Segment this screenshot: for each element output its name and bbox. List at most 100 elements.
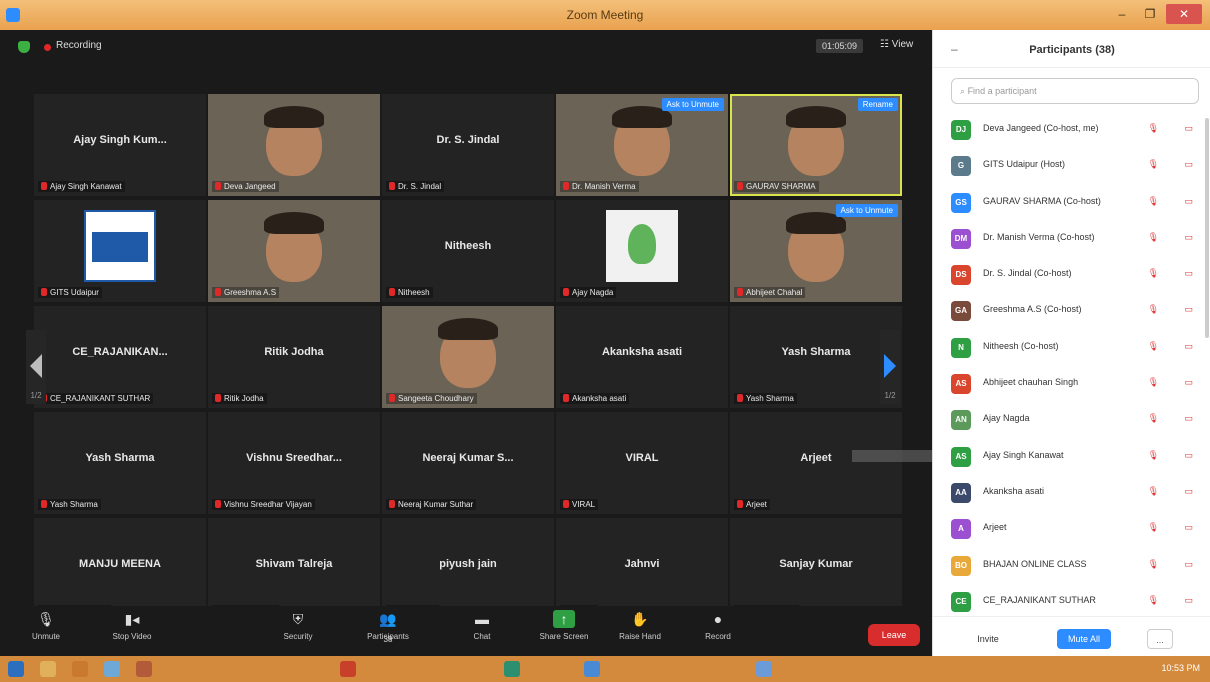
chat-button[interactable]: ▬ Chat bbox=[450, 610, 514, 641]
video-tile[interactable]: CE_RAJANIKAN... CE_RAJANIKANT SUTHAR bbox=[34, 306, 206, 408]
video-off-icon[interactable]: ▭ bbox=[1184, 413, 1193, 424]
taskbar-app-icon[interactable] bbox=[340, 661, 356, 677]
video-off-icon[interactable]: ▭ bbox=[1184, 377, 1193, 388]
close-button[interactable]: ✕ bbox=[1166, 4, 1202, 24]
share-screen-button[interactable]: ↑ Share Screen bbox=[532, 610, 596, 641]
mic-muted-icon[interactable]: 🎙 bbox=[1148, 304, 1159, 315]
video-tile[interactable]: Yash Sharma Yash Sharma bbox=[34, 412, 206, 514]
prev-page-button[interactable]: 1/2 bbox=[26, 330, 46, 404]
participant-row[interactable]: AS Ajay Singh Kanawat 🎙 ▭ bbox=[933, 439, 1210, 475]
taskbar-app-icon[interactable] bbox=[72, 661, 88, 677]
participant-row[interactable]: N Nitheesh (Co-host) 🎙 ▭ bbox=[933, 330, 1210, 366]
mic-muted-icon[interactable]: 🎙 bbox=[1148, 123, 1159, 134]
participant-row[interactable]: DS Dr. S. Jindal (Co-host) 🎙 ▭ bbox=[933, 257, 1210, 293]
video-tile[interactable]: Shivam TalrejaShivam Talreja bbox=[208, 518, 380, 620]
video-tile[interactable]: Akanksha asati Akanksha asati bbox=[556, 306, 728, 408]
video-tile[interactable]: Neeraj Kumar S... Neeraj Kumar Suthar bbox=[382, 412, 554, 514]
stop-video-button[interactable]: ▮◂ Stop Video bbox=[100, 610, 164, 641]
shield-icon[interactable] bbox=[18, 41, 30, 53]
video-off-icon[interactable]: ▭ bbox=[1184, 595, 1193, 606]
taskbar-app-icon[interactable] bbox=[40, 661, 56, 677]
participant-row[interactable]: AS Abhijeet chauhan Singh 🎙 ▭ bbox=[933, 366, 1210, 402]
video-tile[interactable]: GITS Udaipur bbox=[34, 200, 206, 302]
video-tile[interactable]: Yash Sharma Yash Sharma bbox=[730, 306, 902, 408]
mic-muted-icon[interactable]: 🎙 bbox=[1148, 268, 1159, 279]
video-off-icon[interactable]: ▭ bbox=[1184, 232, 1193, 243]
participant-search-input[interactable]: ⌕ Find a participant bbox=[951, 78, 1199, 104]
mic-muted-icon[interactable]: 🎙 bbox=[1148, 595, 1159, 606]
video-tile[interactable]: Ajay Nagda bbox=[556, 200, 728, 302]
next-page-button[interactable]: 1/2 bbox=[880, 330, 900, 404]
video-tile[interactable]: JahnviJahnvi bbox=[556, 518, 728, 620]
tile-action-badge[interactable]: Ask to Unmute bbox=[835, 204, 898, 217]
participant-row[interactable]: GA Greeshma A.S (Co-host) 🎙 ▭ bbox=[933, 293, 1210, 329]
video-off-icon[interactable]: ▭ bbox=[1184, 522, 1193, 533]
scrollbar[interactable] bbox=[1205, 118, 1209, 338]
video-tile[interactable]: Vishnu Sreedhar... Vishnu Sreedhar Vijaya… bbox=[208, 412, 380, 514]
participant-row[interactable]: AN Ajay Nagda 🎙 ▭ bbox=[933, 402, 1210, 438]
video-off-icon[interactable]: ▭ bbox=[1184, 559, 1193, 570]
taskbar-app-icon[interactable] bbox=[584, 661, 600, 677]
participant-row[interactable]: DJ Deva Jangeed (Co-host, me) 🎙 ▭ bbox=[933, 112, 1210, 148]
mic-muted-icon[interactable]: 🎙 bbox=[1148, 450, 1159, 461]
participant-row[interactable]: AA Akanksha asati 🎙 ▭ bbox=[933, 475, 1210, 511]
mic-muted-icon[interactable]: 🎙 bbox=[1148, 486, 1159, 497]
invite-button[interactable]: Invite bbox=[963, 629, 1013, 649]
video-tile[interactable]: Ritik Jodha Ritik Jodha bbox=[208, 306, 380, 408]
video-off-icon[interactable]: ▭ bbox=[1184, 486, 1193, 497]
participant-row[interactable]: A Arjeet 🎙 ▭ bbox=[933, 511, 1210, 547]
video-tile[interactable]: Ask to Unmute Dr. Manish Verma bbox=[556, 94, 728, 196]
video-off-icon[interactable]: ▭ bbox=[1184, 341, 1193, 352]
taskbar-app-icon[interactable] bbox=[756, 661, 772, 677]
participant-row[interactable]: G GITS Udaipur (Host) 🎙 ▭ bbox=[933, 148, 1210, 184]
participants-button[interactable]: 👥38 Participants bbox=[356, 610, 420, 644]
video-off-icon[interactable]: ▭ bbox=[1184, 450, 1193, 461]
video-tile[interactable]: Deva Jangeed bbox=[208, 94, 380, 196]
video-tile[interactable]: Sanjay KumarSanjay Kumar bbox=[730, 518, 902, 620]
mic-muted-icon[interactable]: 🎙 bbox=[1148, 559, 1159, 570]
video-tile[interactable]: Nitheesh Nitheesh bbox=[382, 200, 554, 302]
view-button[interactable]: ☷ View bbox=[880, 39, 913, 50]
taskbar-app-icon[interactable] bbox=[136, 661, 152, 677]
video-off-icon[interactable]: ▭ bbox=[1184, 123, 1193, 134]
raise-hand-button[interactable]: ✋ Raise Hand bbox=[608, 610, 672, 641]
video-tile[interactable]: Rename GAURAV SHARMA bbox=[730, 94, 902, 196]
maximize-button[interactable]: ❐ bbox=[1138, 4, 1162, 24]
taskbar-app-icon[interactable] bbox=[104, 661, 120, 677]
taskbar-app-icon[interactable] bbox=[504, 661, 520, 677]
start-icon[interactable] bbox=[8, 661, 24, 677]
leave-button[interactable]: Leave bbox=[868, 624, 920, 646]
participant-row[interactable]: CE CE_RAJANIKANT SUTHAR 🎙 ▭ bbox=[933, 584, 1210, 620]
participant-row[interactable]: DM Dr. Manish Verma (Co-host) 🎙 ▭ bbox=[933, 221, 1210, 257]
tile-action-badge[interactable]: Rename bbox=[857, 98, 898, 111]
mic-muted-icon[interactable]: 🎙 bbox=[1148, 159, 1159, 170]
video-off-icon[interactable]: ▭ bbox=[1184, 268, 1193, 279]
video-tile[interactable]: Arjeet Arjeet bbox=[730, 412, 902, 514]
mic-muted-icon[interactable]: 🎙 bbox=[1148, 232, 1159, 243]
more-options-button[interactable]: ... bbox=[1147, 629, 1173, 649]
video-tile[interactable]: MANJU MEENAMANJU MEENA bbox=[34, 518, 206, 620]
security-button[interactable]: ⛨ Security bbox=[266, 610, 330, 641]
video-tile[interactable]: VIRAL VIRAL bbox=[556, 412, 728, 514]
video-tile[interactable]: Sangeeta Choudhary bbox=[382, 306, 554, 408]
participant-row[interactable]: GS GAURAV SHARMA (Co-host) 🎙 ▭ bbox=[933, 185, 1210, 221]
video-tile[interactable]: Ajay Singh Kum... Ajay Singh Kanawat bbox=[34, 94, 206, 196]
video-off-icon[interactable]: ▭ bbox=[1184, 159, 1193, 170]
unmute-button[interactable]: 🎙 Unmute bbox=[14, 610, 78, 641]
video-tile[interactable]: Dr. S. Jindal Dr. S. Jindal bbox=[382, 94, 554, 196]
video-off-icon[interactable]: ▭ bbox=[1184, 304, 1193, 315]
video-tile[interactable]: Ask to Unmute Abhijeet Chahal bbox=[730, 200, 902, 302]
mic-muted-icon[interactable]: 🎙 bbox=[1148, 522, 1159, 533]
participant-row[interactable]: BO BHAJAN ONLINE CLASS 🎙 ▭ bbox=[933, 548, 1210, 584]
mute-all-button[interactable]: Mute All bbox=[1057, 629, 1111, 649]
mic-muted-icon[interactable]: 🎙 bbox=[1148, 377, 1159, 388]
record-button[interactable]: ● Record bbox=[686, 610, 750, 641]
video-off-icon[interactable]: ▭ bbox=[1184, 196, 1193, 207]
mic-muted-icon[interactable]: 🎙 bbox=[1148, 413, 1159, 424]
video-tile[interactable]: Greeshma A.S bbox=[208, 200, 380, 302]
mic-muted-icon[interactable]: 🎙 bbox=[1148, 196, 1159, 207]
tile-action-badge[interactable]: Ask to Unmute bbox=[661, 98, 724, 111]
minimize-button[interactable]: – bbox=[1110, 4, 1134, 24]
mic-muted-icon[interactable]: 🎙 bbox=[1148, 341, 1159, 352]
video-tile[interactable]: piyush jainpiyush jain bbox=[382, 518, 554, 620]
